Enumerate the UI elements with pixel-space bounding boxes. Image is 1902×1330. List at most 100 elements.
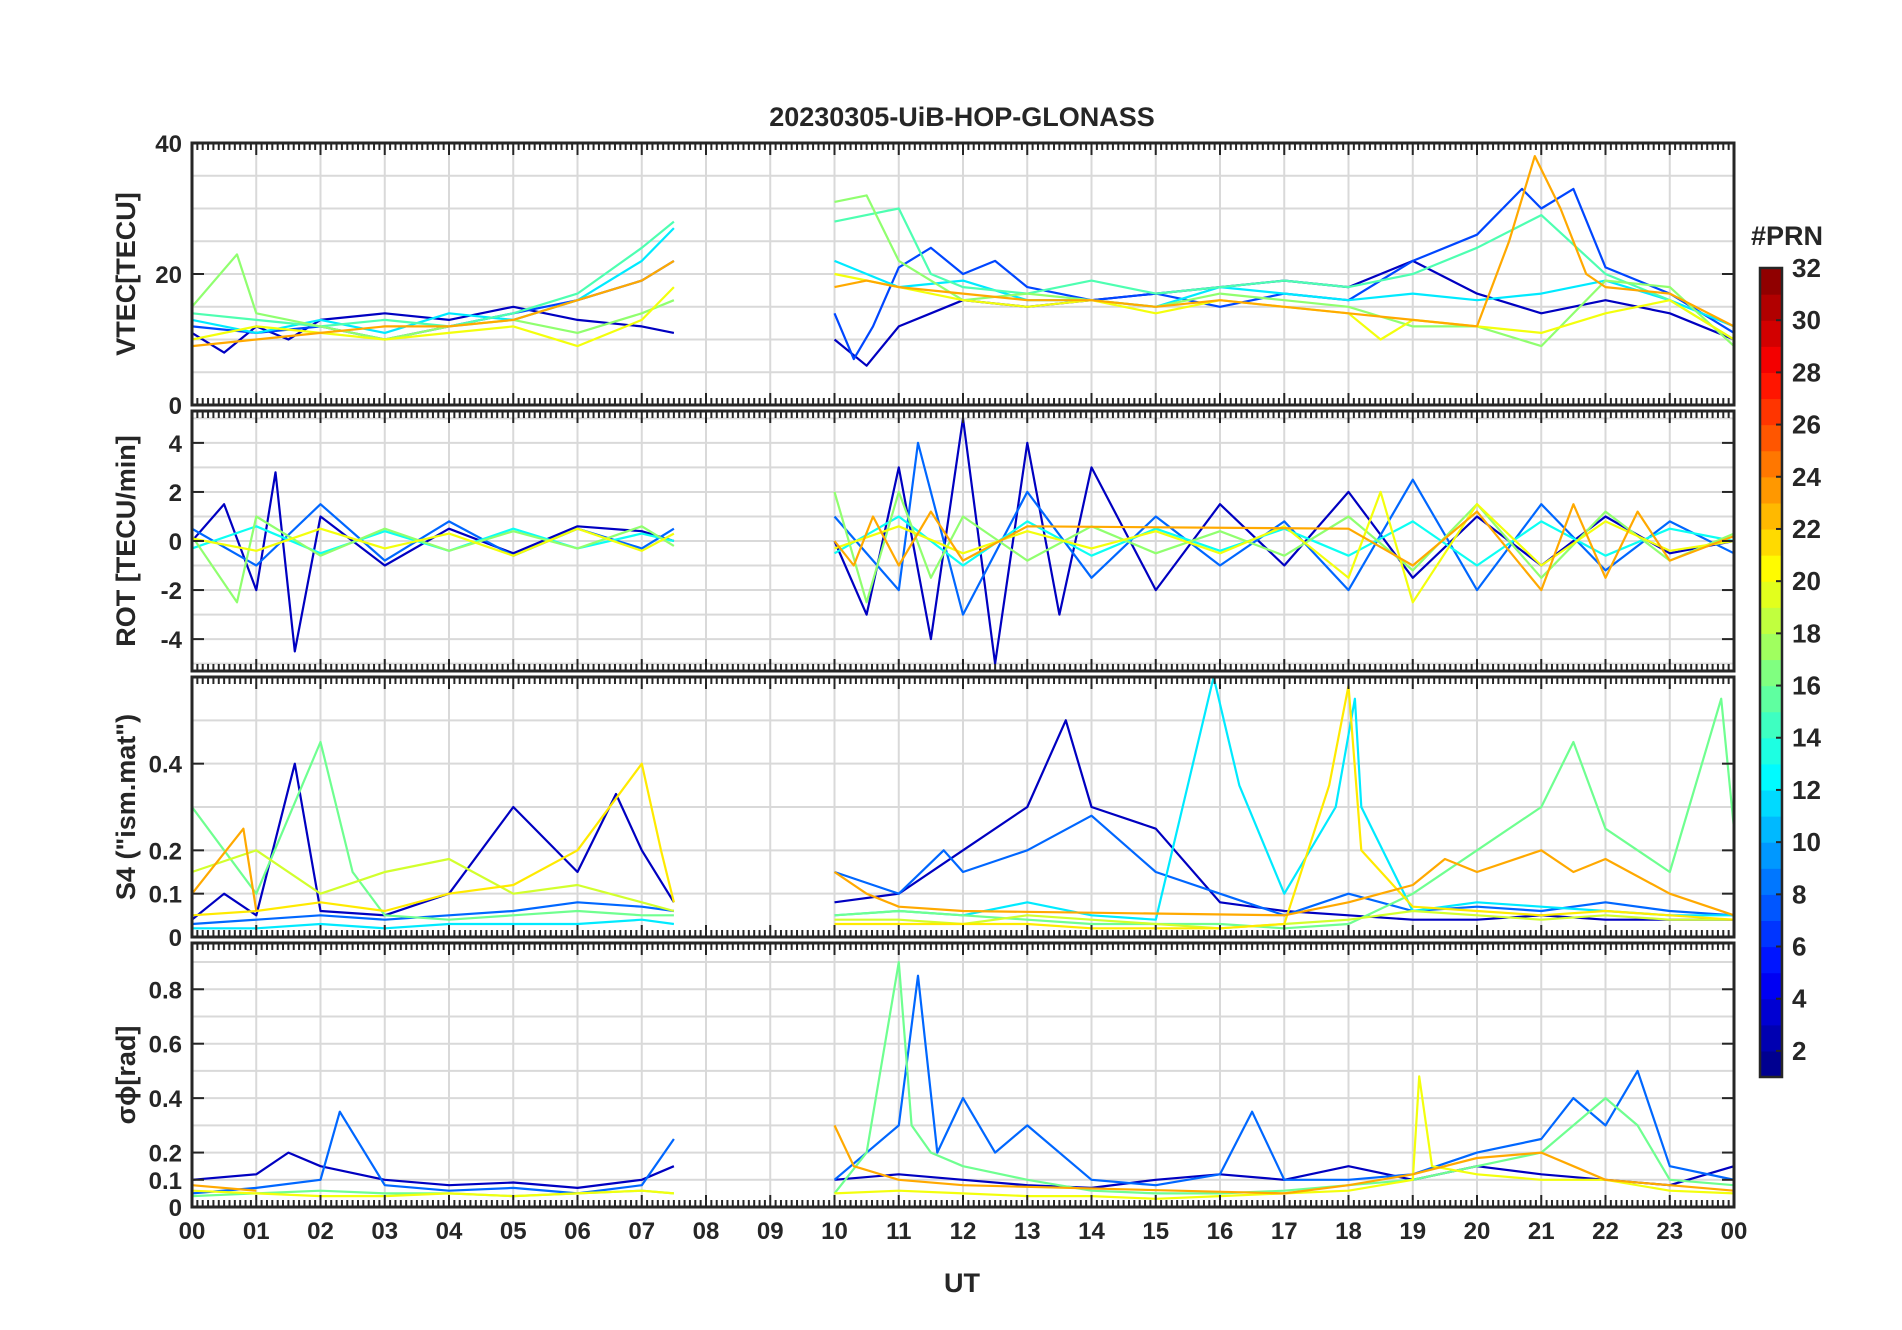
x-tick-label: 02 (307, 1218, 334, 1245)
y-tick-label: 0.2 (149, 838, 182, 865)
x-tick-label: 20 (1464, 1218, 1491, 1245)
x-tick-label: 00 (179, 1218, 206, 1245)
y-tick-label: 0 (169, 925, 182, 952)
colorbar-segment (1760, 607, 1782, 634)
colorbar-tick-label: 6 (1792, 932, 1806, 962)
x-tick-label: 01 (243, 1218, 270, 1245)
colorbar-tick-label: 24 (1792, 462, 1821, 492)
colorbar-segment (1760, 711, 1782, 739)
colorbar-segment (1760, 476, 1782, 504)
x-tick-label: 15 (1142, 1218, 1169, 1245)
colorbar-tick-label: 10 (1792, 827, 1821, 857)
x-tick-label: 17 (1271, 1218, 1298, 1245)
colorbar-tick-label: 8 (1792, 879, 1806, 909)
colorbar-tick-label: 16 (1792, 671, 1821, 701)
colorbar-tick-label: 28 (1792, 357, 1821, 387)
colorbar-segment (1760, 424, 1782, 452)
y-axis-label: ROT [TECU/min] (111, 435, 141, 646)
figure: 20230305-UiB-HOP-GLONASS UT #PRN 0 20 40 VT… (0, 0, 1902, 1330)
y-axis-label: σϕ[rad] (111, 1026, 141, 1125)
y-tick-label: 4 (169, 431, 183, 458)
y-axis-label: VTEC[TECU] (111, 192, 141, 356)
colorbar-segment (1760, 581, 1782, 608)
x-tick-label: 13 (1014, 1218, 1041, 1245)
x-tick-label: 16 (1207, 1218, 1234, 1245)
x-tick-label: 21 (1528, 1218, 1555, 1245)
colorbar-segment (1760, 346, 1782, 373)
colorbar-segment (1760, 868, 1782, 895)
colorbar-tick-label: 30 (1792, 305, 1821, 335)
y-tick-label: 0.4 (149, 752, 183, 779)
y-tick-label: 0.4 (149, 1086, 183, 1113)
colorbar-segment (1760, 920, 1782, 948)
y-tick-label: -4 (161, 627, 183, 654)
y-tick-label: 0.1 (149, 1168, 182, 1195)
colorbar-segment (1760, 946, 1782, 974)
x-tick-label: 19 (1399, 1218, 1426, 1245)
colorbar-segment (1760, 372, 1782, 400)
y-tick-label: 0.1 (149, 882, 182, 909)
y-tick-label: 0.8 (149, 977, 182, 1004)
chart-canvas: 20230305-UiB-HOP-GLONASS UT #PRN 02040VT… (111, 102, 1823, 1298)
colorbar-segment (1760, 763, 1782, 791)
x-tick-label: 23 (1656, 1218, 1683, 1245)
colorbar-segment (1760, 528, 1782, 556)
colorbar-segment (1760, 633, 1782, 661)
y-tick-label: 0.2 (149, 1141, 182, 1168)
colorbar-segment (1760, 1050, 1782, 1078)
colorbar-segment (1760, 737, 1782, 765)
y-tick-label: 0 (169, 393, 182, 420)
colorbar-tick-label: 14 (1792, 723, 1821, 753)
y-tick-label: 0.6 (149, 1032, 182, 1059)
panel-sigma_phi: 00.10.20.40.60.8σϕ[rad] (111, 941, 1736, 1222)
colorbar-segment (1760, 894, 1782, 922)
colorbar-segment (1760, 659, 1782, 687)
x-tick-label: 00 (1721, 1218, 1748, 1245)
x-tick-label: 12 (950, 1218, 977, 1245)
y-tick-label: -2 (161, 578, 182, 605)
colorbar-segment (1760, 972, 1782, 1000)
colorbar-segment (1760, 294, 1782, 321)
colorbar-segment (1760, 450, 1782, 478)
colorbar-label: #PRN (1751, 221, 1823, 251)
panel-rot: -4 -2 0 2 4 ROT [TECU/min] (111, 409, 1736, 673)
y-tick-label: 20 (155, 262, 182, 289)
colorbar-tick-label: 26 (1792, 410, 1821, 440)
x-tick-label: 07 (628, 1218, 655, 1245)
colorbar-segment (1760, 555, 1782, 582)
colorbar-segment (1760, 1024, 1782, 1052)
y-axis-label: S4 ("ism.mat") (111, 714, 141, 900)
colorbar-segment (1760, 789, 1782, 817)
colorbar-tick-label: 20 (1792, 566, 1821, 596)
y-tick-label: 2 (169, 480, 182, 507)
x-tick-label: 04 (436, 1218, 463, 1245)
colorbar-segment (1760, 998, 1782, 1026)
x-tick-label: 14 (1078, 1218, 1105, 1245)
x-tick-label: 09 (757, 1218, 784, 1245)
x-tick-label: 05 (500, 1218, 527, 1245)
x-tick-label: 03 (371, 1218, 398, 1245)
colorbar-segment (1760, 685, 1782, 713)
colorbar-segment (1760, 320, 1782, 347)
panel-s4: 0 0.1 0.2 0.4 S4 ("ism.mat") (111, 675, 1736, 952)
colorbar-tick-label: 32 (1792, 253, 1821, 283)
colorbar-segment (1760, 502, 1782, 530)
x-tick-label: 18 (1335, 1218, 1362, 1245)
panel-vtec: 0 20 40 VTEC[TECU] (111, 131, 1736, 420)
x-tick-label: 10 (821, 1218, 848, 1245)
x-axis: 00 01 02 03 04 05 06 07 08 09 10 11 12 13 14 15 16 17 18 19… (179, 1218, 1748, 1245)
colorbar-segment (1760, 842, 1782, 869)
colorbar-tick-label: 4 (1792, 984, 1807, 1014)
colorbar-tick-label: 2 (1792, 1036, 1806, 1066)
x-tick-label: 11 (886, 1218, 911, 1245)
x-tick-label: 06 (564, 1218, 591, 1245)
colorbar-segment (1760, 816, 1782, 843)
y-tick-label: 0 (169, 529, 182, 556)
x-tick-label: 22 (1592, 1218, 1619, 1245)
colorbar-segment (1760, 268, 1782, 295)
chart-title: 20230305-UiB-HOP-GLONASS (769, 102, 1155, 132)
x-tick-label: 08 (693, 1218, 720, 1245)
x-axis-label: UT (944, 1268, 980, 1298)
colorbar-tick-label: 22 (1792, 514, 1821, 544)
y-tick-label: 40 (155, 131, 182, 158)
